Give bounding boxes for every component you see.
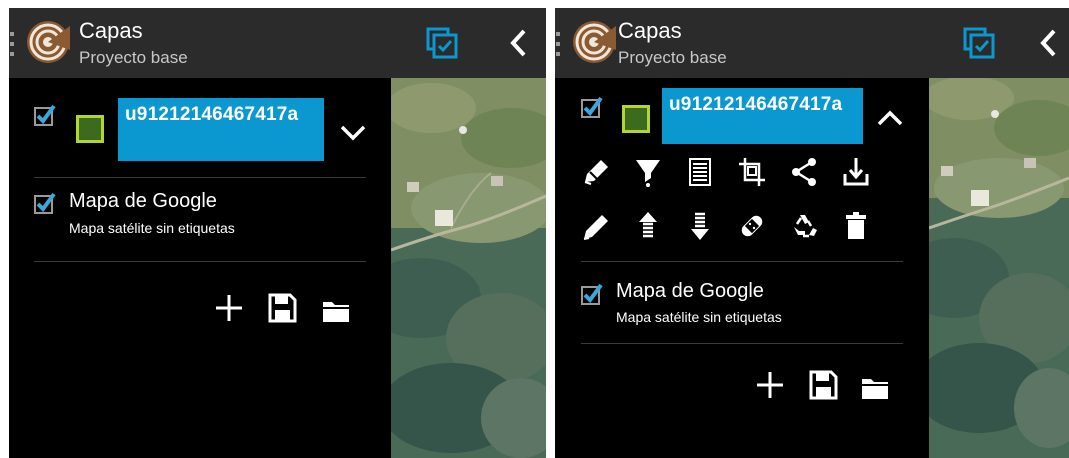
- google-map-visible-checkbox[interactable]: [34, 192, 56, 214]
- move-down-icon[interactable]: [685, 210, 715, 242]
- crop-extent-icon[interactable]: [737, 156, 767, 188]
- layer-style-swatch[interactable]: [76, 115, 104, 143]
- divider: [34, 261, 366, 262]
- save-icon[interactable]: [267, 292, 297, 324]
- share-icon[interactable]: [789, 156, 819, 188]
- open-folder-icon[interactable]: [860, 371, 890, 403]
- add-layer-icon[interactable]: [755, 369, 785, 401]
- back-chevron-icon[interactable]: [1032, 26, 1066, 60]
- satellite-map[interactable]: [391, 78, 546, 458]
- project-subtitle: Proyecto base: [618, 48, 727, 67]
- google-map-visible-checkbox[interactable]: [581, 283, 603, 305]
- drawer-handle-icon[interactable]: [10, 32, 15, 56]
- layer-style-swatch[interactable]: [622, 105, 650, 133]
- screen-layers-expanded: Capas Proyecto base u91212146467417a Map…: [555, 8, 1069, 458]
- layer-name-label[interactable]: u91212146467417a: [662, 88, 863, 144]
- drawer-handle-icon[interactable]: [556, 32, 561, 56]
- trash-icon[interactable]: [841, 210, 871, 242]
- screen-layers-collapsed: Capas Proyecto base u91212146467417a Map…: [9, 8, 546, 458]
- layer-visible-checkbox[interactable]: [34, 104, 56, 126]
- base-layer-subtitle: Mapa satélite sin etiquetas: [616, 309, 782, 325]
- filter-icon[interactable]: [633, 156, 663, 188]
- edit-style-icon[interactable]: [581, 156, 611, 188]
- pencil-icon[interactable]: [581, 210, 611, 242]
- app-logo-icon[interactable]: [26, 20, 70, 64]
- app-logo-icon[interactable]: [572, 20, 616, 64]
- layer-name-label[interactable]: u91212146467417a: [118, 98, 324, 161]
- layers-panel: u91212146467417a Mapa de Google Mapa sat…: [555, 78, 929, 458]
- layer-visible-checkbox[interactable]: [581, 96, 603, 118]
- divider: [581, 261, 903, 262]
- chevron-down-icon[interactable]: [339, 123, 367, 143]
- layers-panel: u91212146467417a Mapa de Google Mapa sat…: [9, 78, 391, 458]
- base-layer-subtitle: Mapa satélite sin etiquetas: [69, 220, 235, 236]
- satellite-imagery: [391, 78, 546, 458]
- base-layer-title: Mapa de Google: [69, 190, 217, 212]
- recycle-icon[interactable]: [789, 210, 819, 242]
- attribute-table-icon[interactable]: [685, 156, 715, 188]
- chevron-up-icon[interactable]: [876, 108, 904, 128]
- move-up-icon[interactable]: [633, 210, 663, 242]
- select-layers-icon[interactable]: [962, 26, 996, 60]
- open-folder-icon[interactable]: [321, 294, 351, 326]
- bandage-icon[interactable]: [737, 210, 767, 242]
- select-layers-icon[interactable]: [425, 26, 459, 60]
- app-bar: Capas Proyecto base: [9, 8, 546, 78]
- download-icon[interactable]: [841, 156, 871, 188]
- project-subtitle: Proyecto base: [79, 48, 188, 67]
- app-title: Capas: [79, 18, 143, 43]
- add-layer-icon[interactable]: [214, 292, 244, 324]
- satellite-map[interactable]: [929, 78, 1069, 458]
- satellite-imagery: [929, 78, 1069, 458]
- save-icon[interactable]: [808, 369, 838, 401]
- divider: [581, 343, 903, 344]
- back-chevron-icon[interactable]: [502, 26, 536, 60]
- base-layer-title: Mapa de Google: [616, 280, 764, 302]
- divider: [34, 177, 366, 178]
- app-bar: Capas Proyecto base: [555, 8, 1069, 78]
- app-title: Capas: [618, 18, 682, 43]
